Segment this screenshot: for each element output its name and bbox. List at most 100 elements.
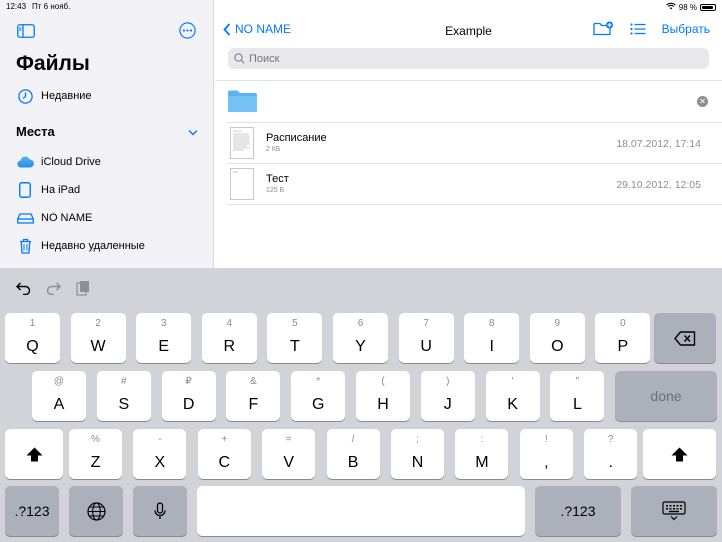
key-secondary-label: @ — [53, 376, 65, 387]
list-view-icon[interactable] — [630, 22, 646, 35]
sidebar-toggle-icon[interactable] — [17, 24, 35, 43]
key-primary-label: K — [507, 396, 518, 413]
key-secondary-label: ' — [511, 376, 514, 387]
key-a[interactable]: @ A — [32, 371, 86, 421]
places-header[interactable]: Места — [16, 124, 198, 139]
key-primary-label: P — [617, 338, 629, 355]
key-g[interactable]: * G — [291, 371, 346, 421]
sidebar-item-recent[interactable]: Недавние — [16, 86, 92, 106]
sidebar-item-ipad[interactable]: На iPad — [16, 180, 80, 200]
key-s[interactable]: # S — [96, 371, 151, 421]
key-l[interactable]: " L — [550, 371, 605, 421]
dictation-key[interactable] — [133, 486, 187, 536]
numbers-key-left[interactable]: .?123 — [5, 486, 59, 536]
key-primary-label: . — [608, 454, 613, 471]
key-q[interactable]: 1Q — [5, 313, 60, 363]
key-primary-label: N — [411, 454, 424, 471]
key-o[interactable]: 9O — [529, 313, 585, 363]
key-p[interactable]: 0P — [595, 313, 651, 363]
select-button[interactable]: Выбрать — [662, 22, 710, 36]
globe-key[interactable] — [69, 486, 123, 536]
key-secondary-label: = — [285, 434, 292, 445]
sidebar-item-trash[interactable]: Недавно удаленные — [16, 236, 145, 256]
key-secondary-label: 1 — [29, 318, 36, 329]
search-bar[interactable] — [228, 48, 709, 69]
key-primary-label: S — [118, 396, 130, 413]
chevron-down-icon[interactable] — [188, 124, 198, 139]
sidebar-item-icloud[interactable]: iCloud Drive — [16, 152, 101, 172]
key-primary-label: Z — [90, 454, 101, 471]
numbers-key-right[interactable]: .?123 — [535, 486, 621, 536]
microphone-icon — [154, 502, 166, 520]
key-secondary-label: 2 — [95, 318, 101, 329]
key-j[interactable]: ) J — [420, 371, 475, 421]
key-comma[interactable]: !, — [519, 429, 573, 479]
key-primary-label: Y — [355, 338, 366, 355]
key-d[interactable]: ₽ D — [161, 371, 216, 421]
hide-keyboard-key[interactable] — [631, 486, 717, 536]
file-name: Тест — [266, 173, 289, 185]
key-u[interactable]: 7U — [398, 313, 454, 363]
undo-icon[interactable] — [14, 279, 32, 297]
sidebar-item-label: Недавние — [41, 90, 92, 102]
new-folder-icon[interactable] — [593, 21, 614, 36]
key-t[interactable]: 5T — [267, 313, 323, 363]
shift-key-left[interactable] — [5, 429, 63, 479]
backspace-key[interactable] — [654, 313, 716, 363]
search-input[interactable] — [249, 52, 689, 65]
space-key[interactable] — [197, 486, 525, 536]
key-secondary-label: 5 — [292, 318, 298, 329]
wifi-icon — [666, 2, 676, 12]
redo-icon[interactable] — [44, 279, 62, 297]
more-options-icon[interactable] — [179, 22, 196, 44]
status-time: 12:43 — [6, 2, 27, 11]
key-k[interactable]: ' K — [485, 371, 540, 421]
key-b[interactable]: / B — [326, 429, 380, 479]
key-i[interactable]: 8I — [464, 313, 520, 363]
numbers-key-label: .?123 — [14, 503, 50, 519]
key-e[interactable]: 3E — [136, 313, 192, 363]
sidebar-item-noname[interactable]: NO NAME — [16, 208, 92, 228]
key-h[interactable]: (H — [356, 371, 410, 421]
key-c[interactable]: + C — [197, 429, 251, 479]
key-secondary-label: / — [351, 434, 355, 445]
file-row[interactable]: Расписание 2 КБ 18.07.2012, 17:14 — [227, 123, 722, 164]
done-key[interactable]: done — [615, 371, 717, 421]
folder-name-input[interactable] — [264, 93, 684, 109]
key-period[interactable]: ?. — [584, 429, 638, 479]
key-v[interactable]: = V — [262, 429, 316, 479]
back-button[interactable]: NO NAME — [223, 22, 291, 36]
key-y[interactable]: 6Y — [333, 313, 388, 363]
paste-icon[interactable] — [74, 279, 92, 297]
globe-icon — [86, 501, 106, 521]
key-secondary-label: ₽ — [185, 376, 192, 387]
key-secondary-label: - — [158, 434, 162, 445]
key-secondary-label: 9 — [554, 318, 561, 329]
trash-icon — [16, 237, 34, 255]
places-header-label: Места — [16, 124, 55, 139]
shift-key-right[interactable] — [643, 429, 716, 479]
clear-text-icon[interactable]: ✕ — [697, 96, 708, 107]
key-f[interactable]: & F — [226, 371, 281, 421]
key-secondary-label: ; — [416, 434, 419, 445]
key-w[interactable]: 2W — [70, 313, 126, 363]
new-folder-row[interactable]: ✕ — [227, 81, 722, 123]
key-z[interactable]: % Z — [69, 429, 122, 479]
key-secondary-label: 3 — [160, 318, 167, 329]
key-m[interactable]: :M — [455, 429, 509, 479]
key-n[interactable]: ; N — [391, 429, 444, 479]
key-r[interactable]: 4R — [201, 313, 257, 363]
key-primary-label: F — [248, 396, 259, 413]
key-primary-label: Q — [26, 338, 39, 355]
document-thumbnail-icon — [230, 127, 254, 164]
file-row[interactable]: Тест 125 Б 29.10.2012, 12:05 — [227, 164, 722, 205]
key-x[interactable]: -X — [133, 429, 187, 479]
key-secondary-label: # — [121, 376, 127, 387]
file-name: Расписание — [266, 132, 327, 144]
key-primary-label: , — [544, 454, 549, 471]
file-date: 29.10.2012, 12:05 — [616, 179, 701, 191]
key-primary-label: U — [420, 338, 432, 355]
key-primary-label: L — [572, 396, 582, 413]
key-secondary-label: % — [91, 434, 100, 445]
key-primary-label: O — [551, 338, 564, 355]
